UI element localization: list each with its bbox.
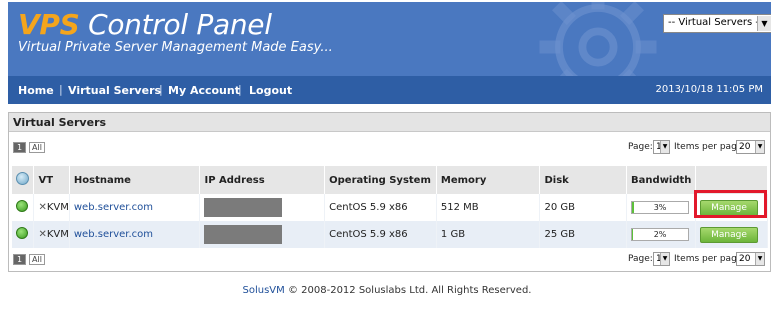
vt-cell: ✕KVM: [33, 221, 70, 248]
disk-cell: 20 GB: [539, 194, 628, 221]
disk-cell: 25 GB: [539, 221, 628, 248]
nav-home[interactable]: Home: [18, 84, 54, 97]
bandwidth-percent: 2%: [653, 230, 667, 239]
brand-control-panel: Control Panel: [88, 8, 272, 41]
bandwidth-cell: 2%: [626, 221, 697, 248]
table-header-row: VT Hostname IP Address Operating System …: [12, 166, 768, 194]
ip-address-redacted: [204, 198, 283, 217]
pager-all-bottom[interactable]: All: [29, 254, 45, 265]
ip-address-cell: [199, 221, 326, 248]
chevron-down-icon[interactable]: ▼: [660, 141, 669, 153]
bandwidth-percent: 3%: [653, 203, 667, 212]
hostname-cell: web.server.com: [69, 221, 201, 248]
memory-cell: 1 GB: [436, 221, 541, 248]
items-per-page-label-bottom: Items per page:: [674, 254, 746, 264]
panel-title: Virtual Servers: [9, 113, 770, 132]
bandwidth-bar: 3%: [631, 201, 690, 214]
table-row: ✕KVM web.server.com CentOS 5.9 x86 512 M…: [12, 194, 768, 221]
vt-cell: ✕KVM: [33, 194, 70, 221]
pager-page-1[interactable]: 1: [13, 142, 26, 153]
header-banner: VPS Control Panel Virtual Private Server…: [8, 2, 771, 76]
status-cell: [12, 194, 35, 221]
current-datetime: 2013/10/18 11:05 PM: [655, 84, 763, 95]
nav-logout[interactable]: Logout: [249, 84, 292, 97]
virtual-server-select-value: -- Virtual Servers --: [668, 17, 763, 28]
items-per-page-select[interactable]: 20 ▼: [736, 140, 765, 154]
column-header-disk[interactable]: Disk: [539, 166, 628, 194]
ip-address-redacted: [204, 225, 283, 244]
vt-label: KVM: [46, 229, 69, 240]
nav-separator: |: [159, 83, 163, 96]
status-cell: [12, 221, 35, 248]
virtual-server-select[interactable]: -- Virtual Servers -- ▼: [663, 14, 771, 33]
chevron-down-icon[interactable]: ▼: [757, 16, 771, 31]
gear-icon: [539, 2, 657, 76]
brand-vps: VPS: [18, 8, 80, 41]
nav-separator: |: [59, 83, 63, 96]
pager-all[interactable]: All: [29, 142, 45, 153]
column-header-hostname[interactable]: Hostname: [69, 166, 201, 194]
bandwidth-cell: 3%: [626, 194, 697, 221]
footer-solusvm-link[interactable]: SolusVM: [243, 285, 285, 296]
page-select-bottom[interactable]: 1 ▼: [653, 252, 670, 266]
brand-title: VPS Control Panel: [18, 8, 272, 41]
os-cell: CentOS 5.9 x86: [324, 221, 437, 248]
pager-page-1-bottom[interactable]: 1: [13, 254, 26, 265]
page-select[interactable]: 1 ▼: [653, 140, 670, 154]
items-per-page-select-bottom[interactable]: 20 ▼: [736, 252, 765, 266]
virtual-servers-panel: Virtual Servers 1 All Page: 1 ▼ Items pe…: [8, 112, 771, 272]
online-status-icon: [16, 227, 28, 239]
hostname-link[interactable]: web.server.com: [74, 202, 153, 213]
column-header-ip-address[interactable]: IP Address: [199, 166, 326, 194]
manage-button-highlight: [694, 190, 767, 218]
column-header-vt: VT: [33, 166, 70, 194]
page-label: Page:: [628, 142, 653, 152]
hostname-link[interactable]: web.server.com: [74, 229, 153, 240]
vt-label: KVM: [46, 202, 69, 213]
column-header-bandwidth[interactable]: Bandwidth: [626, 166, 697, 194]
os-cell: CentOS 5.9 x86: [324, 194, 437, 221]
bandwidth-bar: 2%: [631, 228, 690, 241]
items-per-page-value: 20: [739, 142, 751, 152]
nav-separator: |: [238, 83, 242, 96]
column-header-operating-system[interactable]: Operating System: [324, 166, 437, 194]
actions-cell: Manage: [695, 221, 768, 248]
refresh-status-icon[interactable]: [16, 172, 29, 185]
table-row: ✕KVM web.server.com CentOS 5.9 x86 1 GB …: [12, 221, 768, 248]
status-column-header: [12, 166, 35, 194]
kvm-icon: ✕: [38, 202, 47, 213]
items-per-page-value: 20: [739, 254, 751, 264]
main-nav: Home | Virtual Servers | My Account | Lo…: [8, 76, 771, 104]
column-header-memory[interactable]: Memory: [436, 166, 541, 194]
ip-address-cell: [199, 194, 326, 221]
manage-button[interactable]: Manage: [700, 226, 759, 243]
page-label-bottom: Page:: [628, 254, 653, 264]
memory-cell: 512 MB: [436, 194, 541, 221]
items-per-page-label: Items per page:: [674, 142, 746, 152]
online-status-icon: [16, 200, 28, 212]
nav-my-account[interactable]: My Account: [168, 84, 240, 97]
virtual-servers-table: VT Hostname IP Address Operating System …: [12, 166, 768, 248]
chevron-down-icon[interactable]: ▼: [660, 253, 669, 265]
footer: SolusVM © 2008-2012 Soluslabs Ltd. All R…: [0, 285, 774, 296]
chevron-down-icon[interactable]: ▼: [755, 253, 764, 265]
kvm-icon: ✕: [38, 229, 47, 240]
brand-tagline: Virtual Private Server Management Made E…: [18, 40, 333, 55]
hostname-cell: web.server.com: [69, 194, 201, 221]
nav-virtual-servers[interactable]: Virtual Servers: [68, 84, 161, 97]
chevron-down-icon[interactable]: ▼: [755, 141, 764, 153]
footer-copyright: © 2008-2012 Soluslabs Ltd. All Rights Re…: [287, 285, 532, 296]
